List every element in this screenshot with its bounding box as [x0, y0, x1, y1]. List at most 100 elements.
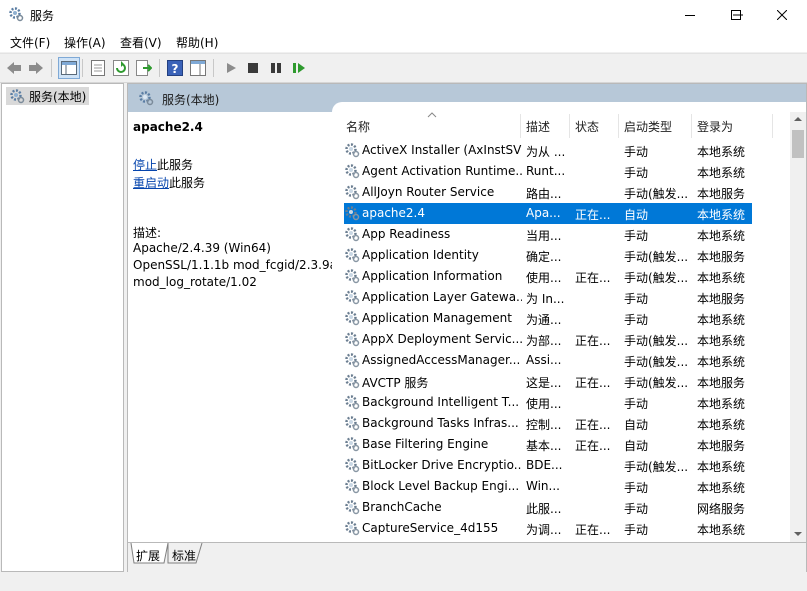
forward-button[interactable]: [27, 59, 45, 77]
service-status: 正在...: [575, 418, 611, 432]
service-startup-type: 自动: [624, 439, 649, 453]
service-row[interactable]: Background Tasks Infras... 控制... 正在... 自动 本地…: [332, 413, 790, 434]
show-hide-action-pane-button[interactable]: [189, 59, 207, 77]
service-startup-type: 手动: [624, 313, 649, 327]
service-description: 使用...: [526, 271, 562, 285]
service-startup-type: 手动: [624, 481, 649, 495]
service-description: Win...: [526, 479, 560, 493]
restart-service-link[interactable]: 重启动: [133, 176, 169, 190]
service-gear-icon: [345, 143, 360, 158]
service-row[interactable]: AppX Deployment Servic... 为部... 正在... 手动(触发…: [332, 329, 790, 350]
service-gear-icon: [345, 185, 360, 200]
start-service-button[interactable]: [222, 59, 240, 77]
service-row[interactable]: Application Management 为通... 手动 本地系统: [332, 308, 790, 329]
help-icon: ?: [167, 60, 183, 76]
service-row[interactable]: Application Identity 确定... 手动(触发... 本地服务: [332, 245, 790, 266]
vertical-scrollbar[interactable]: [790, 112, 806, 542]
service-row[interactable]: AssignedAccessManager... Assi... 手动(触发... 本…: [332, 350, 790, 371]
service-gear-icon: [345, 164, 360, 179]
service-row[interactable]: Block Level Backup Engi... Win... 手动 本地系统: [332, 476, 790, 497]
selected-service-name: apache2.4: [133, 120, 203, 134]
back-button[interactable]: [5, 59, 23, 77]
service-name: BitLocker Drive Encryptio...: [362, 458, 522, 472]
service-row[interactable]: Base Filtering Engine 基本... 正在... 自动 本地服务: [332, 434, 790, 455]
column-header-log-on-as[interactable]: 登录为: [697, 118, 733, 136]
view-tabs: 扩展 标准: [128, 542, 806, 572]
description-line: Apache/2.4.39 (Win64): [133, 241, 271, 255]
service-row[interactable]: Application Information 使用... 正在... 手动(触发..…: [332, 266, 790, 287]
column-header-description[interactable]: 描述: [526, 118, 550, 136]
service-row[interactable]: CaptureService_4d155 为调... 正在... 手动 本地系统: [332, 518, 790, 539]
service-log-on-as: 本地系统: [697, 334, 746, 348]
restart-service-button[interactable]: [290, 59, 308, 77]
scrollbar-thumb[interactable]: [792, 130, 804, 158]
pause-service-button[interactable]: [267, 59, 285, 77]
column-header-startup-type[interactable]: 启动类型: [624, 118, 672, 136]
column-header-status[interactable]: 状态: [575, 118, 599, 136]
service-gear-icon: [345, 248, 360, 263]
stop-service-button[interactable]: [244, 59, 262, 77]
maximize-button[interactable]: [713, 0, 759, 30]
service-gear-icon: [345, 311, 360, 326]
service-startup-type: 手动: [624, 229, 649, 243]
menu-file[interactable]: 文件(F): [10, 34, 50, 51]
menu-action[interactable]: 操作(A): [64, 34, 106, 51]
service-log-on-as: 本地服务: [697, 376, 746, 390]
service-startup-type: 手动: [624, 166, 649, 180]
service-row[interactable]: Application Layer Gatewa... 为 In... 手动 本地服务: [332, 287, 790, 308]
help-button[interactable]: ?: [166, 59, 184, 77]
refresh-button[interactable]: [112, 59, 130, 77]
service-name: Base Filtering Engine: [362, 437, 489, 451]
console-tree-button[interactable]: [58, 57, 80, 79]
services-list: 名称 描述 状态 启动类型 登录为 ActiveX Installer (AxI…: [332, 112, 790, 542]
service-name: Background Tasks Infras...: [362, 416, 519, 430]
minimize-button[interactable]: [667, 0, 713, 30]
service-gear-icon: [345, 206, 360, 221]
service-row[interactable]: AllJoyn Router Service 路由... 手动(触发... 本地服务: [332, 182, 790, 203]
service-status: 正在...: [575, 376, 611, 390]
service-name: AppX Deployment Servic...: [362, 332, 522, 346]
export-list-button[interactable]: [135, 59, 153, 77]
service-startup-type: 手动(触发...: [624, 187, 689, 201]
service-description: 此服...: [526, 502, 562, 516]
services-gear-icon: [10, 89, 25, 104]
service-row[interactable]: BitLocker Drive Encryptio... BDE... 手动(触发.…: [332, 455, 790, 476]
scroll-up-icon[interactable]: [793, 116, 803, 122]
restart-icon: [293, 63, 305, 73]
column-header-name[interactable]: 名称: [346, 118, 370, 136]
service-gear-icon: [345, 332, 360, 347]
service-name: Block Level Backup Engi...: [362, 479, 520, 493]
service-row[interactable]: BranchCache 此服... 手动 网络服务: [332, 497, 790, 518]
services-gear-icon: [9, 7, 24, 22]
service-gear-icon: [345, 374, 360, 389]
scroll-down-icon[interactable]: [793, 531, 803, 537]
service-log-on-as: 本地系统: [697, 397, 746, 411]
stop-service-link[interactable]: 停止: [133, 158, 157, 172]
service-startup-type: 手动: [624, 145, 649, 159]
service-row[interactable]: AVCTP 服务 这是... 正在... 手动(触发... 本地服务: [332, 371, 790, 392]
close-button[interactable]: [759, 0, 805, 30]
service-row[interactable]: ActiveX Installer (AxInstSV) 为从 ... 手动 本地系统: [332, 140, 790, 161]
service-description: 为通...: [526, 313, 562, 327]
properties-button[interactable]: [89, 59, 107, 77]
tab-extended[interactable]: 扩展: [132, 547, 164, 565]
tab-standard[interactable]: 标准: [168, 547, 200, 565]
service-row[interactable]: Background Intelligent T... 使用... 手动 本地系统: [332, 392, 790, 413]
service-gear-icon: [345, 353, 360, 368]
menu-view[interactable]: 查看(V): [120, 34, 162, 51]
service-row[interactable]: Agent Activation Runtime... Runt... 手动 本地系统: [332, 161, 790, 182]
service-name: AllJoyn Router Service: [362, 185, 495, 199]
service-name: CaptureService_4d155: [362, 521, 499, 535]
service-description: 为调...: [526, 523, 562, 537]
menu-help[interactable]: 帮助(H): [176, 34, 218, 51]
tree-item-services-local[interactable]: 服务(本地): [6, 87, 90, 105]
service-row[interactable]: apache2.4 Apa... 正在... 自动 本地系统: [344, 203, 752, 224]
service-row[interactable]: App Readiness 当用... 手动 本地系统: [332, 224, 790, 245]
service-log-on-as: 本地系统: [697, 418, 746, 432]
service-log-on-as: 本地系统: [697, 355, 746, 369]
service-gear-icon: [345, 458, 360, 473]
service-name: AssignedAccessManager...: [362, 353, 521, 367]
service-log-on-as: 本地系统: [697, 208, 746, 222]
forward-arrow-icon: [29, 62, 43, 74]
service-description: 为部...: [526, 334, 562, 348]
